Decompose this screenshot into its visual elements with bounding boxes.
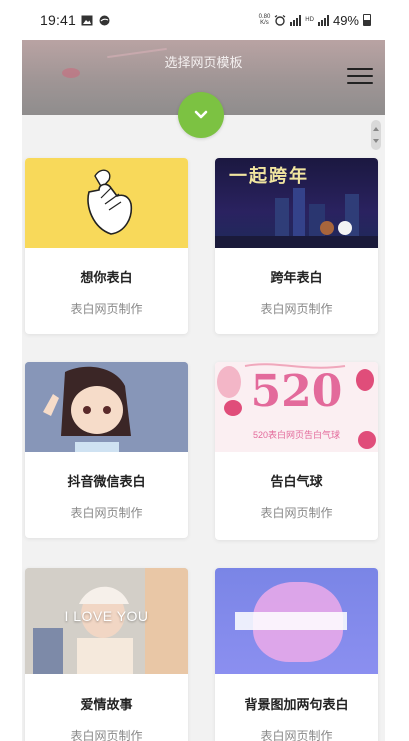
template-subtitle: 表白网页制作 (70, 302, 143, 316)
template-subtitle: 表白网页制作 (260, 302, 333, 316)
gallery-icon (81, 15, 93, 25)
alarm-icon (274, 14, 286, 26)
template-thumbnail: I LOVE YOU (25, 568, 188, 674)
template-subtitle: 表白网页制作 (260, 506, 333, 520)
template-title: 背景图加两句表白 (244, 697, 349, 712)
signal-icon (290, 14, 302, 26)
template-title: 告白气球 (270, 474, 323, 489)
template-card[interactable]: 一起跨年 跨年表白 表白网页制作 (215, 158, 378, 334)
template-thumbnail (25, 158, 188, 248)
template-title: 想你表白 (80, 270, 133, 285)
collapse-toggle-button[interactable] (178, 92, 224, 138)
signal-icon-2 (317, 14, 329, 26)
battery-icon (363, 14, 371, 26)
template-thumbnail (25, 362, 188, 452)
scroll-up-icon (373, 127, 379, 131)
thumbnail-small-text: 520表白网页告白气球 (252, 430, 341, 440)
scrollbar[interactable] (371, 120, 381, 150)
page-title: 选择网页模板 (164, 55, 243, 70)
template-thumbnail: 一起跨年 (215, 158, 378, 248)
hamburger-menu-icon-bar (347, 75, 373, 77)
template-title: 跨年表白 (270, 270, 323, 285)
thumbnail-note-card (235, 612, 347, 630)
thumbnail-big-text: 520 (250, 366, 343, 417)
scroll-down-icon (373, 139, 379, 143)
thumbnail-text: I LOVE YOU (64, 608, 149, 624)
anime-girl-icon (25, 362, 188, 452)
net-speed-unit: K/s (260, 20, 269, 26)
finger-heart-icon (87, 169, 133, 235)
chevron-down-icon (194, 110, 208, 119)
template-card[interactable]: 想你表白 表白网页制作 (25, 158, 188, 334)
app-screen: 19:41 0.80 K/s HD 49% 选择网页模板 想你表白 表白网页制作… (22, 0, 385, 741)
template-card[interactable]: 抖音微信表白 表白网页制作 (25, 362, 188, 538)
clock: 19:41 (40, 12, 77, 28)
template-title: 爱情故事 (80, 697, 133, 712)
template-thumbnail: 520 520表白网页告白气球 (215, 362, 378, 452)
battery-percent: 49% (332, 12, 359, 28)
hamburger-menu-icon-bar (347, 82, 373, 84)
template-subtitle: 表白网页制作 (70, 729, 143, 741)
hd-badge: HD (305, 17, 314, 23)
template-card[interactable]: 520 520表白网页告白气球 告白气球 表白网页制作 (215, 362, 378, 540)
status-bar: 19:41 0.80 K/s HD 49% (22, 0, 385, 40)
cloud-icon (99, 15, 110, 25)
template-subtitle: 表白网页制作 (260, 729, 333, 741)
city-skyline-icon (215, 188, 378, 248)
template-title: 抖音微信表白 (67, 474, 146, 489)
template-subtitle: 表白网页制作 (70, 506, 143, 520)
template-thumbnail (215, 568, 378, 674)
net-speed: 0.80 K/s (259, 14, 271, 26)
hamburger-menu-icon (347, 68, 373, 70)
menu-button[interactable] (347, 68, 373, 86)
template-card[interactable]: 背景图加两句表白 表白网页制作 (215, 568, 378, 741)
template-card[interactable]: I LOVE YOU 爱情故事 表白网页制作 (25, 568, 188, 741)
